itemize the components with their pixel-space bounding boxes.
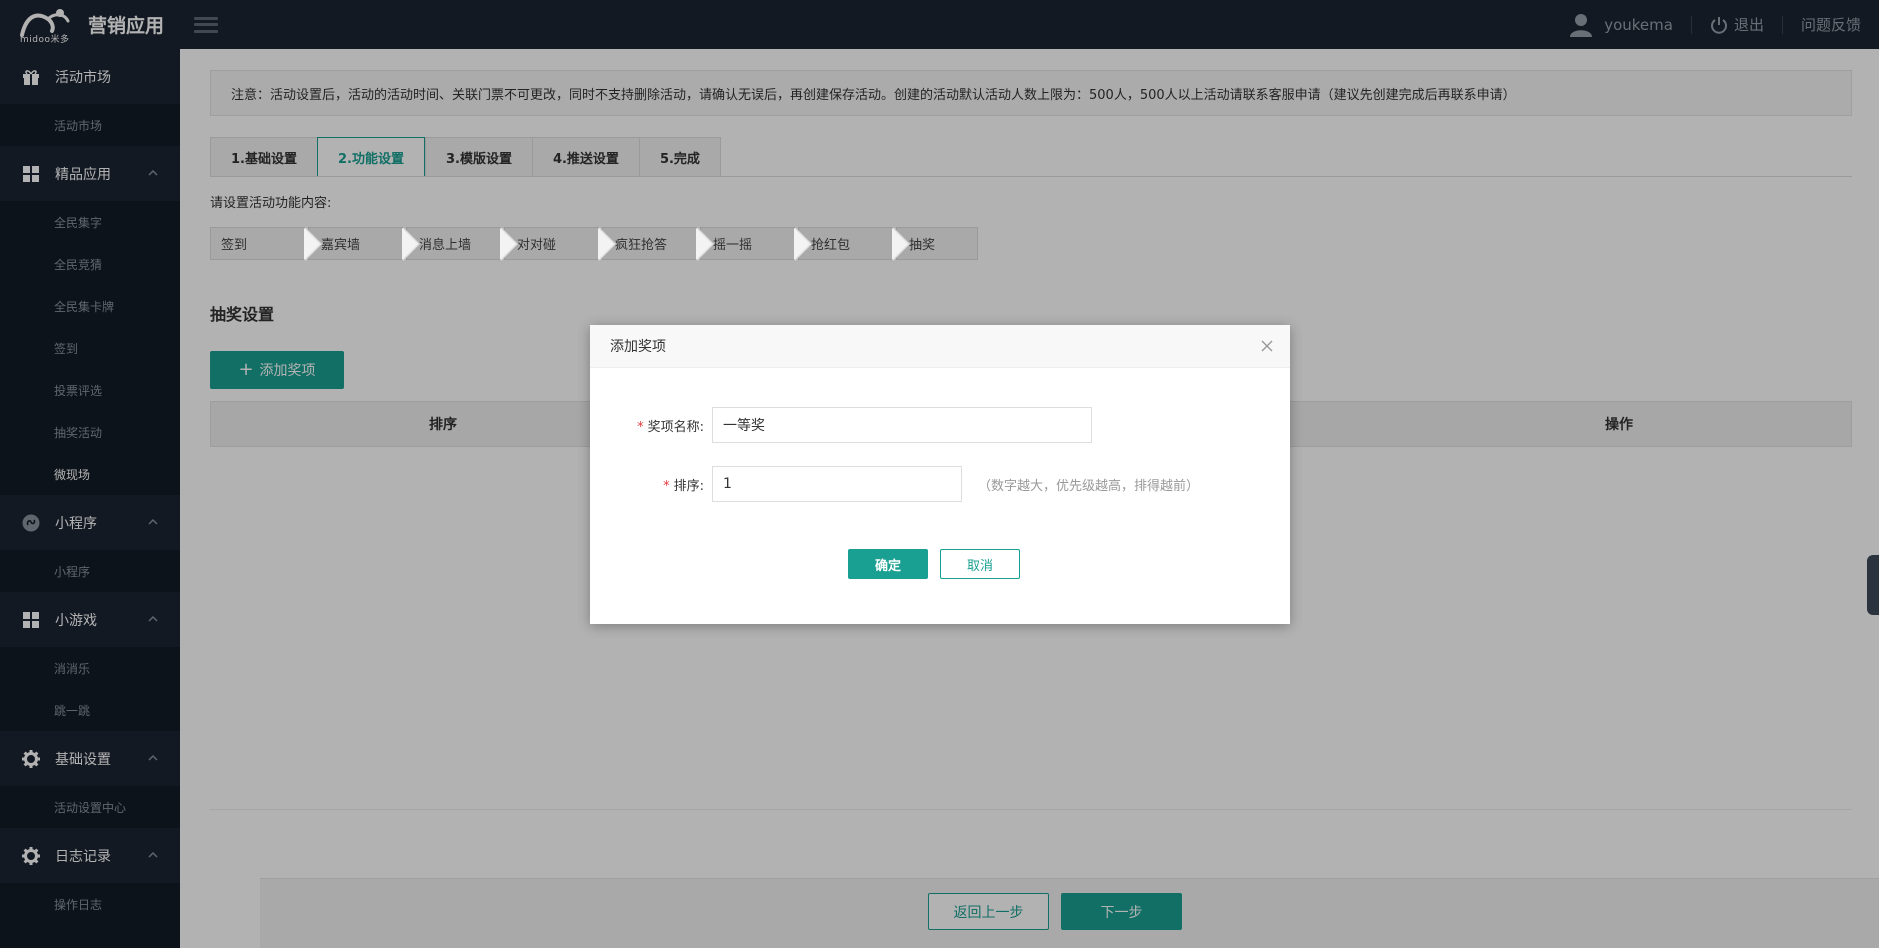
required-mark: *: [637, 419, 644, 435]
sort-hint: （数字越大，优先级越高，排得越前）: [978, 478, 1200, 494]
required-mark: *: [663, 478, 670, 494]
add-prize-dialog: 添加奖项 *奖项名称: *排序: （数字越大，优先级越高，排得越前） 确定 取消: [590, 325, 1290, 624]
prize-name-label-text: 奖项名称:: [647, 419, 704, 435]
prize-sort-input[interactable]: [712, 466, 962, 502]
dialog-header: 添加奖项: [590, 325, 1290, 368]
cancel-button[interactable]: 取消: [940, 549, 1020, 579]
prize-name-label: * 奖项名称:: [590, 416, 712, 435]
confirm-button[interactable]: 确定: [848, 549, 928, 579]
close-icon[interactable]: [1260, 339, 1274, 353]
dialog-title: 添加奖项: [610, 339, 666, 355]
prize-sort-label-text: 排序:: [673, 478, 704, 494]
prize-name-row: * 奖项名称:: [590, 407, 1092, 443]
prize-name-input[interactable]: [712, 407, 1092, 443]
prize-sort-row: *排序: （数字越大，优先级越高，排得越前）: [590, 466, 1199, 502]
prize-sort-label: * 排序:: [590, 475, 712, 494]
